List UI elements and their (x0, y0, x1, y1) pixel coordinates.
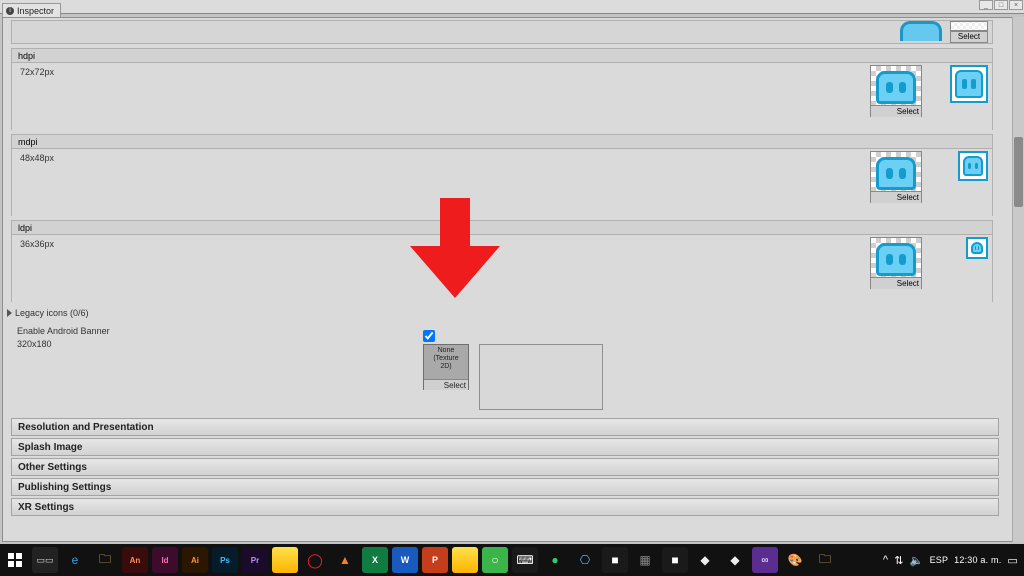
taskbar-app-yellow[interactable] (272, 547, 298, 573)
taskbar-app-photoshop[interactable]: Ps (212, 547, 238, 573)
section-other-settings[interactable]: Other Settings (11, 458, 999, 476)
taskbar-app-opera[interactable]: ◯ (302, 547, 328, 573)
taskbar-app-blue-u[interactable]: ⎔ (572, 547, 598, 573)
dpi-size-label: 48x48px (20, 153, 54, 163)
select-button[interactable]: Select (871, 277, 921, 289)
taskbar-app-file-explorer[interactable]: 🗀 (92, 547, 118, 573)
tray-language[interactable]: ESP (930, 555, 949, 565)
app-icon (876, 157, 916, 190)
select-button[interactable]: Select (871, 105, 921, 117)
taskbar-app-dark[interactable]: ■ (602, 547, 628, 573)
inspector-scrollbar[interactable] (1012, 17, 1024, 542)
tray-volume-icon[interactable]: 🔈 (910, 554, 924, 567)
window-close-button[interactable]: × (1009, 0, 1023, 10)
banner-texture-slot[interactable]: None (Texture 2D) Select (423, 344, 469, 390)
task-view-button[interactable]: ▭▭ (32, 547, 58, 573)
icon-preview-partial (900, 21, 942, 41)
taskbar-app-unity[interactable]: ◆ (722, 547, 748, 573)
scrollbar-thumb[interactable] (1014, 137, 1023, 207)
section-xr-settings[interactable]: XR Settings (11, 498, 999, 516)
inspector-tab-label: Inspector (17, 6, 54, 16)
inspector-tab[interactable]: i Inspector (2, 3, 61, 17)
dpi-row-hdpi: hdpi 72x72px Select (11, 48, 993, 130)
taskbar-app-powerpoint[interactable]: P (422, 547, 448, 573)
foldout-triangle-icon (7, 309, 12, 317)
dpi-row-ldpi: ldpi 36x36px Select (11, 220, 993, 302)
dpi-row-xhdpi-partial: Select (11, 20, 993, 44)
taskbar-app-word[interactable]: W (392, 547, 418, 573)
icon-preview-ldpi (966, 237, 988, 259)
dpi-row-mdpi: mdpi 48x48px Select (11, 134, 993, 216)
select-button[interactable]: Select (950, 31, 988, 43)
section-publishing-settings[interactable]: Publishing Settings (11, 478, 999, 496)
taskbar-app-visual-studio[interactable]: ∞ (752, 547, 778, 573)
select-button[interactable]: Select (871, 191, 921, 203)
enable-android-banner-label: Enable Android Banner (17, 326, 999, 336)
taskbar-app-dark2[interactable]: ■ (662, 547, 688, 573)
dpi-size-label: 72x72px (20, 67, 54, 77)
windows-taskbar: ▭▭ e 🗀 An Id Ai Ps Pr ◯ ▲ X W P ○ ⌨ ● ⎔ … (0, 544, 1024, 576)
enable-android-banner-checkbox[interactable] (423, 330, 435, 342)
dpi-header: hdpi (12, 49, 992, 63)
taskbar-app-file-explorer-2[interactable]: 🗀 (812, 547, 838, 573)
taskbar-app-vlc[interactable]: ▲ (332, 547, 358, 573)
section-splash-image[interactable]: Splash Image (11, 438, 999, 456)
section-resolution-presentation[interactable]: Resolution and Presentation (11, 418, 999, 436)
system-tray[interactable]: ^ ⇅ 🔈 ESP 12:30 a. m. ▭ (877, 544, 1024, 576)
icon-slot-partial (950, 21, 988, 31)
icon-slot-ldpi[interactable]: Select (870, 237, 922, 289)
taskbar-app-whatsapp[interactable]: ○ (482, 547, 508, 573)
start-button[interactable] (2, 547, 28, 573)
window-minimize-button[interactable]: _ (979, 0, 993, 10)
legacy-icons-section: Legacy icons (0/6) Enable Android Banner… (7, 308, 999, 349)
icon-slot-mdpi[interactable]: Select (870, 151, 922, 203)
taskbar-app-grey[interactable]: ▦ (632, 547, 658, 573)
tray-chevron-icon[interactable]: ^ (883, 554, 888, 566)
tray-clock[interactable]: 12:30 a. m. (954, 555, 1001, 565)
dpi-size-label: 36x36px (20, 239, 54, 249)
app-icon (876, 71, 916, 104)
taskbar-app-edge[interactable]: e (62, 547, 88, 573)
taskbar-app-premiere[interactable]: Pr (242, 547, 268, 573)
icon-preview-mdpi (958, 151, 988, 181)
taskbar-app-terminal[interactable]: ⌨ (512, 547, 538, 573)
taskbar-app-green-circle[interactable]: ● (542, 547, 568, 573)
dpi-header: ldpi (12, 221, 992, 235)
app-icon (876, 243, 916, 276)
legacy-icons-foldout[interactable]: Legacy icons (0/6) (7, 308, 999, 318)
tray-network-icon[interactable]: ⇅ (894, 554, 903, 567)
window-maximize-button[interactable]: □ (994, 0, 1008, 10)
taskbar-app-unity-hub[interactable]: ◆ (692, 547, 718, 573)
tray-notifications-icon[interactable]: ▭ (1007, 554, 1018, 567)
taskbar-app-indesign[interactable]: Id (152, 547, 178, 573)
dpi-header: mdpi (12, 135, 992, 149)
taskbar-app-illustrator[interactable]: Ai (182, 547, 208, 573)
legacy-icons-label: Legacy icons (0/6) (15, 308, 89, 318)
taskbar-app-yellow2[interactable] (452, 547, 478, 573)
icon-preview-hdpi (950, 65, 988, 103)
info-icon: i (6, 7, 14, 15)
banner-preview (479, 344, 603, 410)
icon-slot-hdpi[interactable]: Select (870, 65, 922, 117)
texture-none-label: None (Texture 2D) (424, 347, 468, 371)
taskbar-app-animate[interactable]: An (122, 547, 148, 573)
inspector-panel: Select hdpi 72x72px Select mdpi 48x48px … (2, 17, 1018, 542)
select-button[interactable]: Select (424, 379, 468, 390)
taskbar-app-excel[interactable]: X (362, 547, 388, 573)
taskbar-app-paint[interactable]: 🎨 (782, 547, 808, 573)
window-titlebar: _ □ × (0, 0, 1024, 14)
